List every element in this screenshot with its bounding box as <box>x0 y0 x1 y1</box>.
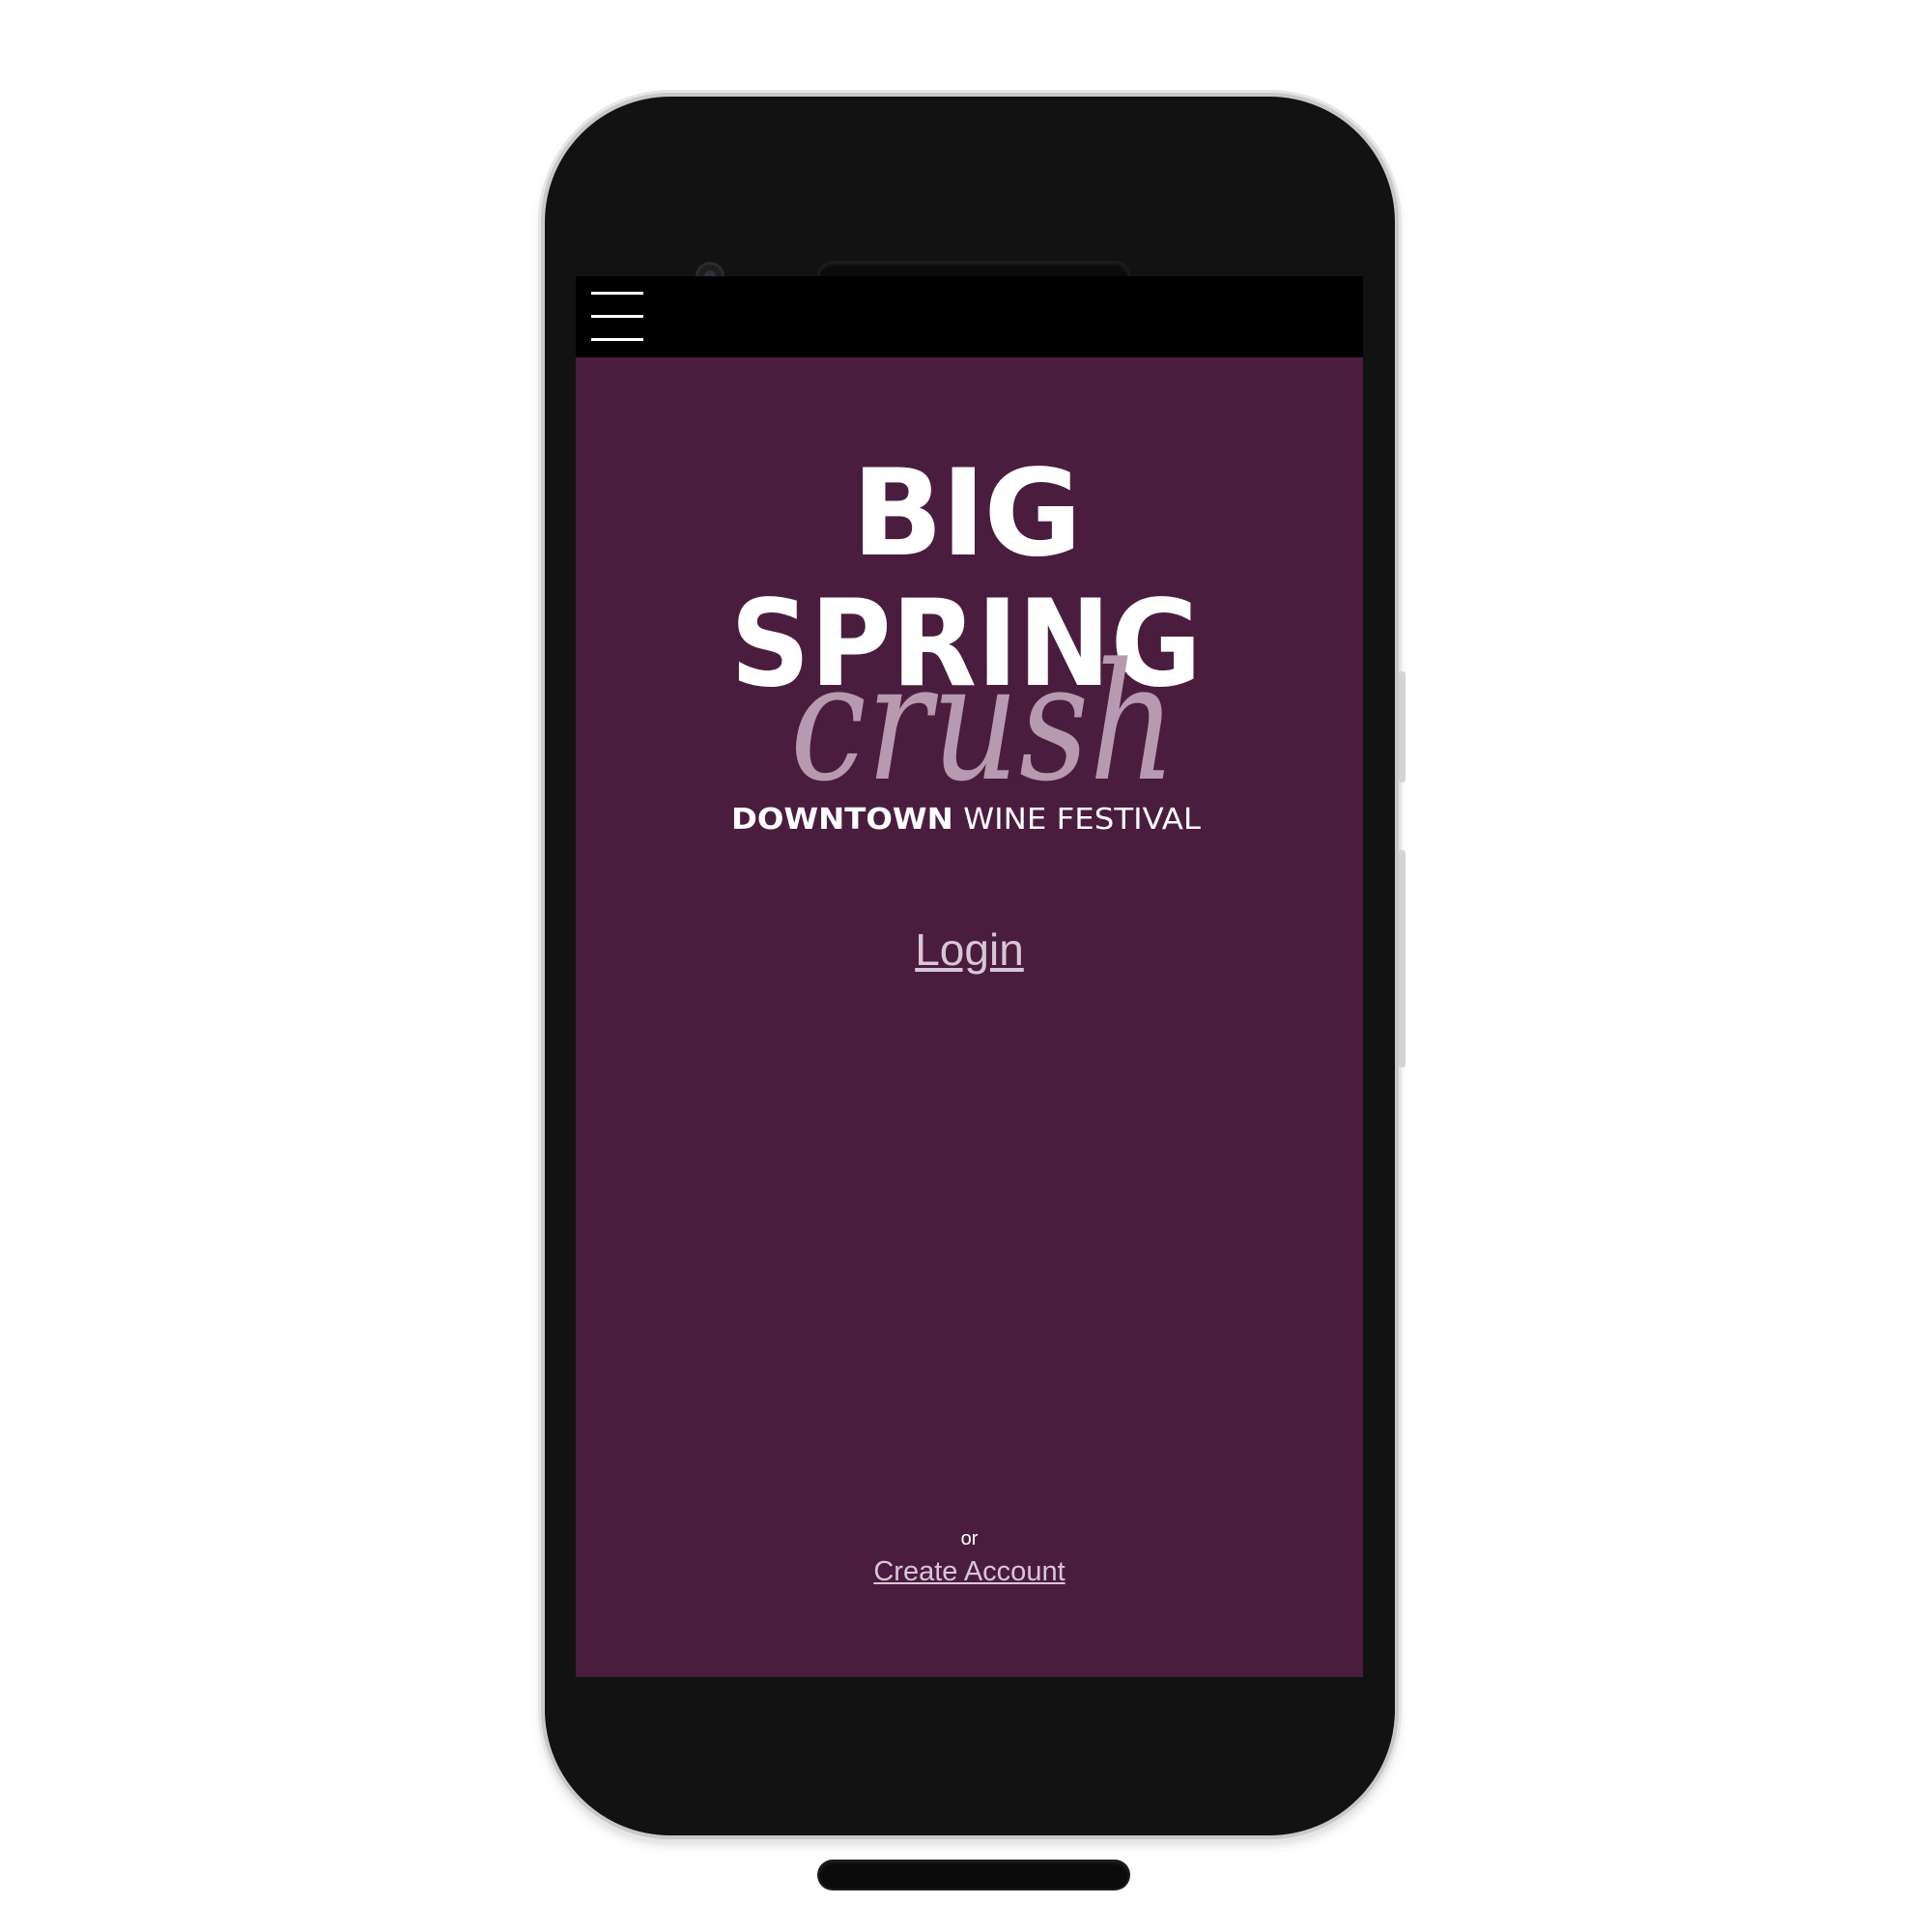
volume-button <box>1399 850 1406 1067</box>
phone-frame: BIG SPRING crush DOWNTOWN WINE FESTIVAL … <box>545 97 1406 1889</box>
logo-script-crush: crush <box>790 628 1177 817</box>
app-screen: BIG SPRING crush DOWNTOWN WINE FESTIVAL … <box>576 276 1363 1677</box>
top-app-bar <box>576 276 1363 357</box>
logo-tagline-light: WINE FESTIVAL <box>963 803 1201 837</box>
big-spring-crush-logo: BIG SPRING crush DOWNTOWN WINE FESTIVAL <box>730 450 1202 837</box>
logo-line-big: BIG <box>852 450 1080 583</box>
or-separator-text: or <box>960 1528 979 1549</box>
hamburger-menu-icon[interactable] <box>591 292 643 342</box>
create-account-link[interactable]: Create Account <box>576 1556 1363 1588</box>
logo-tagline: DOWNTOWN WINE FESTIVAL <box>731 803 1201 837</box>
bottom-speaker <box>819 1861 1128 1889</box>
power-button <box>1399 671 1406 782</box>
login-link[interactable]: Login <box>576 923 1363 976</box>
logo-tagline-bold: DOWNTOWN <box>731 803 953 837</box>
